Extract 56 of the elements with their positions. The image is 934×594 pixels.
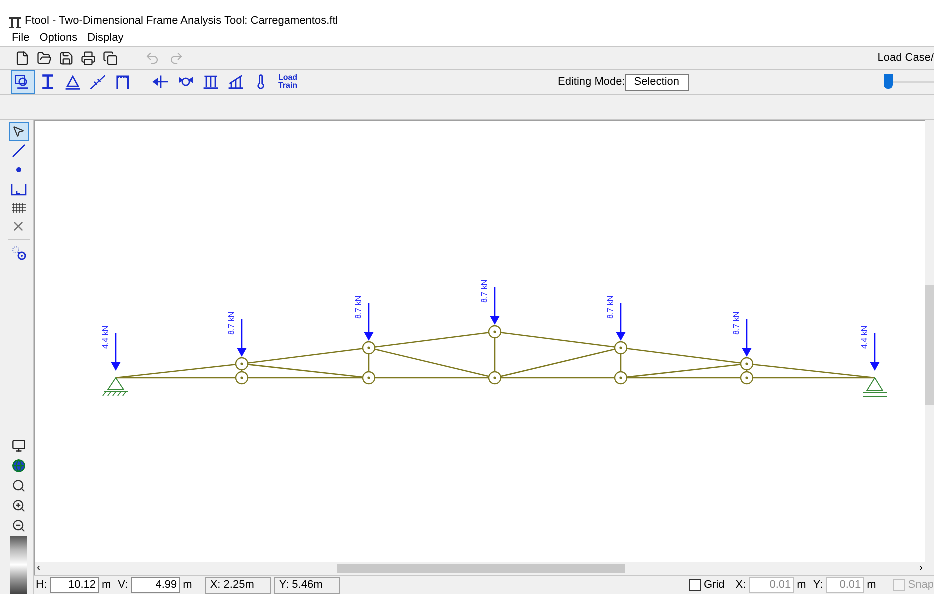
h-label: H:: [36, 578, 47, 593]
cursor-icon: [12, 125, 25, 138]
x-coordinate: X: 2.25m: [205, 576, 272, 594]
scrollbar-thumb[interactable]: [336, 564, 625, 573]
load-label: 8.7 kN: [606, 296, 615, 319]
load-label: 8.7 kN: [480, 280, 489, 303]
horizontal-scrollbar[interactable]: ‹ ›: [35, 562, 925, 575]
load-arrow: [237, 319, 247, 357]
v-field[interactable]: 4.99: [131, 577, 180, 593]
line-icon: [12, 144, 26, 158]
load-case-label: Load Case/: [876, 50, 934, 66]
gradient-bar[interactable]: [10, 536, 27, 594]
load-arrow: [870, 333, 880, 371]
scrollbar-thumb[interactable]: [925, 285, 934, 405]
scroll-right-arrow[interactable]: ›: [919, 563, 923, 574]
load-label: 4.4 kN: [860, 326, 869, 349]
vertical-scrollbar[interactable]: [925, 120, 934, 575]
h-field[interactable]: 10.12: [50, 577, 99, 593]
load-case-slider[interactable]: [884, 74, 934, 90]
roller-support: [862, 377, 888, 398]
load-label: 8.7 kN: [732, 312, 741, 335]
unit-label: m: [797, 578, 806, 593]
window-title: Ftool - Two-Dimensional Frame Analysis Tool: Carregamentos.ftl: [25, 14, 338, 28]
load-arrow: [616, 303, 626, 341]
cross-icon: [11, 219, 26, 234]
y-coordinate: Y: 5.46m: [274, 576, 340, 594]
load-arrow: [490, 287, 500, 325]
slider-thumb[interactable]: [884, 74, 893, 89]
load-train-button[interactable]: Load Train: [274, 70, 302, 94]
grid-checkbox[interactable]: [688, 579, 701, 591]
dimension-icon: [10, 182, 26, 196]
menu-item[interactable]: Display: [88, 30, 124, 46]
grid-y-label: Y:: [813, 578, 824, 593]
editing-mode-label: Editing Mode:: [558, 74, 626, 90]
unit-label: m: [867, 578, 876, 593]
editing-mode-field[interactable]: Selection: [625, 74, 689, 90]
load-label: 8.7 kN: [227, 312, 236, 335]
v-label: V:: [118, 578, 128, 593]
load-arrow: [111, 333, 121, 371]
menu-item[interactable]: Options: [40, 30, 78, 46]
menu-item[interactable]: File: [12, 30, 30, 46]
grid-label: Grid: [704, 578, 725, 593]
unit-label: m: [183, 578, 192, 593]
load-label: 4.4 kN: [101, 326, 110, 349]
select-tool-button[interactable]: [8, 122, 28, 141]
grid-x-label: X:: [736, 578, 746, 593]
link-icon: [10, 244, 26, 260]
load-arrow: [742, 319, 752, 357]
load-arrow: [364, 303, 374, 341]
hatch-icon: [10, 202, 26, 214]
pinned-support: [102, 377, 128, 396]
load-label: 8.7 kN: [354, 296, 363, 319]
unit-label: m: [102, 578, 112, 593]
snap-label: Snap: [908, 578, 934, 593]
app-logo-icon: [8, 16, 22, 29]
scroll-left-arrow[interactable]: ‹: [37, 563, 41, 574]
